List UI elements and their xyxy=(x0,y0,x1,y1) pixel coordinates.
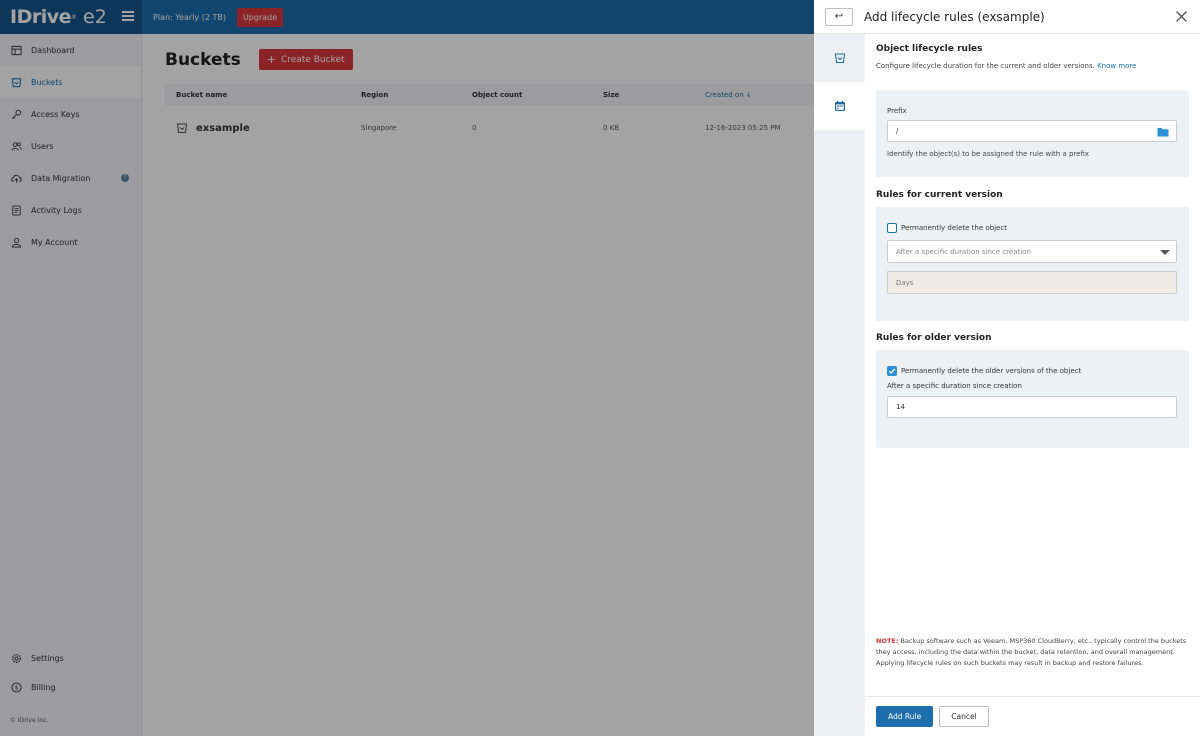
calendar-icon xyxy=(834,100,845,111)
current-delete-checkbox[interactable] xyxy=(887,223,897,233)
older-version-title: Rules for older version xyxy=(876,333,992,343)
folder-icon[interactable] xyxy=(1157,127,1169,137)
panel-footer: Add Rule Cancel xyxy=(865,696,1200,736)
prefix-value: / xyxy=(896,127,899,135)
prefix-helper: Identify the object(s) to be assigned th… xyxy=(887,150,1089,158)
prefix-label: Prefix xyxy=(887,107,907,115)
prefix-input[interactable]: / xyxy=(887,120,1177,142)
current-duration-value: After a specific duration since creation xyxy=(896,247,1031,256)
know-more-link[interactable]: Know more xyxy=(1097,62,1136,70)
add-rule-button[interactable]: Add Rule xyxy=(876,706,934,727)
older-delete-checkbox[interactable] xyxy=(887,366,897,376)
current-duration-select[interactable]: After a specific duration since creation xyxy=(887,240,1177,263)
current-delete-option[interactable]: Permanently delete the object xyxy=(887,223,1178,233)
older-version-card: Permanently delete the older versions of… xyxy=(876,350,1189,448)
section-description-text: Configure lifecycle duration for the cur… xyxy=(876,62,1095,70)
bucket-icon xyxy=(834,53,845,64)
older-days-value: 14 xyxy=(896,403,905,411)
close-icon[interactable] xyxy=(1175,10,1188,23)
older-days-input[interactable]: 14 xyxy=(887,396,1177,418)
current-days-input[interactable]: Days xyxy=(887,271,1177,294)
current-version-title: Rules for current version xyxy=(876,190,1003,200)
tab-lifecycle[interactable] xyxy=(814,82,865,130)
current-version-card: Permanently delete the object After a sp… xyxy=(876,207,1189,321)
back-button[interactable]: ↩ xyxy=(825,7,853,26)
older-duration-label: After a specific duration since creation xyxy=(887,382,1022,390)
chevron-down-icon xyxy=(1160,250,1170,255)
checkmark-icon xyxy=(888,368,896,374)
lifecycle-panel: ↩ Add lifecycle rules (exsample) Object … xyxy=(814,0,1200,736)
cancel-button[interactable]: Cancel xyxy=(939,706,989,727)
older-delete-label: Permanently delete the older versions of… xyxy=(901,367,1082,375)
panel-title: Add lifecycle rules (exsample) xyxy=(864,9,1045,24)
panel-content: Object lifecycle rules Configure lifecyc… xyxy=(865,34,1200,696)
prefix-card: Prefix / Identify the object(s) to be as… xyxy=(876,90,1189,177)
backup-note: NOTE: Backup software such as Veeam, MSP… xyxy=(876,636,1188,669)
older-delete-option[interactable]: Permanently delete the older versions of… xyxy=(887,366,1178,376)
note-text: Backup software such as Veeam, MSP360 Cl… xyxy=(876,637,1187,667)
panel-header: ↩ Add lifecycle rules (exsample) xyxy=(814,0,1200,34)
section-title: Object lifecycle rules xyxy=(876,44,983,54)
intro-section: Object lifecycle rules Configure lifecyc… xyxy=(876,34,1189,70)
section-description: Configure lifecycle duration for the cur… xyxy=(876,62,1189,70)
tab-bucket[interactable] xyxy=(814,34,865,82)
panel-tab-rail xyxy=(814,34,865,736)
note-label: NOTE: xyxy=(876,637,899,645)
current-delete-label: Permanently delete the object xyxy=(901,224,1007,232)
modal-backdrop[interactable] xyxy=(0,0,814,736)
days-placeholder: Days xyxy=(896,278,914,287)
